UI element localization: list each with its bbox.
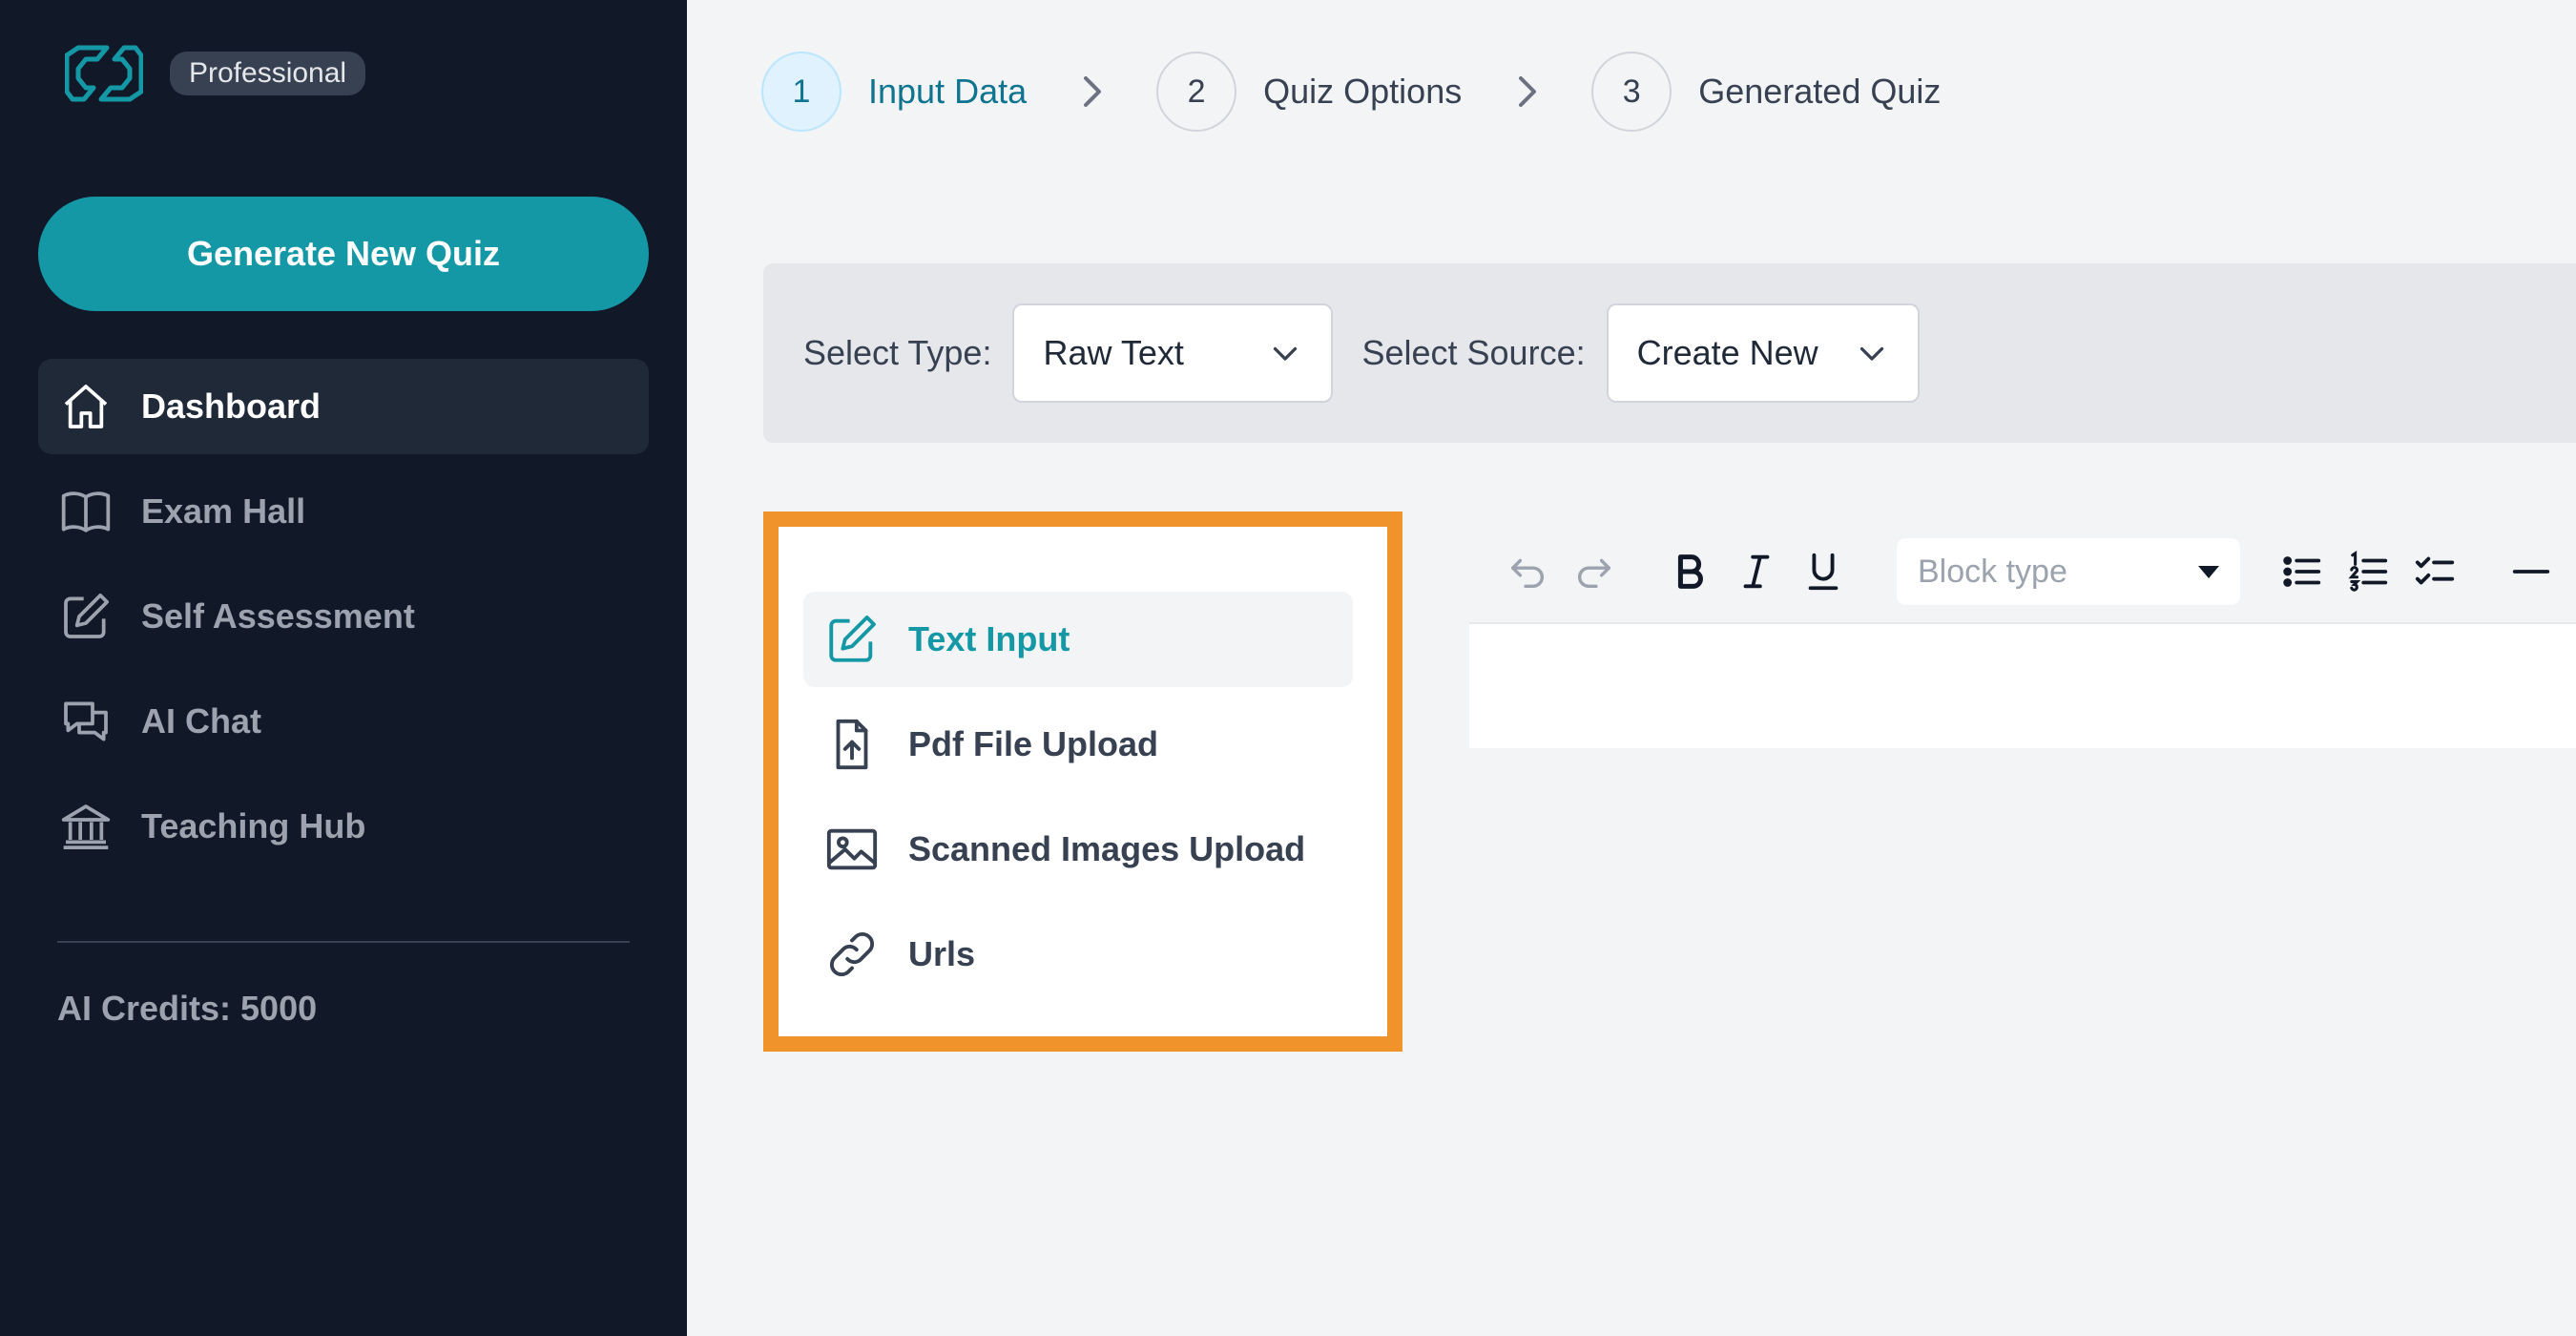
logo-icon[interactable] bbox=[64, 40, 144, 107]
generate-new-quiz-button[interactable]: Generate New Quiz bbox=[38, 197, 649, 311]
book-icon bbox=[59, 485, 113, 538]
step-input-data[interactable]: 1 Input Data bbox=[761, 52, 1027, 132]
caret-down-icon bbox=[2198, 565, 2219, 578]
select-type-value: Raw Text bbox=[1043, 333, 1184, 372]
chevron-down-icon bbox=[1274, 346, 1298, 361]
editor-toolbar: Block type bbox=[1469, 521, 2576, 624]
select-source-value: Create New bbox=[1636, 333, 1818, 372]
quiz-stepper: 1 Input Data 2 Quiz Options 3 Generated … bbox=[761, 52, 1941, 132]
chat-icon bbox=[59, 695, 113, 748]
block-type-select[interactable]: Block type bbox=[1897, 538, 2240, 605]
source-select-bar: Select Type: Raw Text Select Source: Cre… bbox=[763, 263, 2576, 443]
plan-badge: Professional bbox=[170, 52, 366, 95]
undo-icon[interactable] bbox=[1506, 550, 1549, 594]
select-type-dropdown[interactable]: Raw Text bbox=[1012, 303, 1334, 403]
input-type-label: Text Input bbox=[908, 619, 1070, 658]
chevron-right-icon bbox=[1519, 76, 1537, 107]
sidebar-nav: Dashboard Exam Hall Self Assessment AI C… bbox=[38, 359, 649, 884]
sidebar-item-label: Dashboard bbox=[141, 386, 322, 426]
brand: Professional bbox=[64, 40, 366, 107]
redo-icon[interactable] bbox=[1572, 550, 1616, 594]
input-type-menu: Text Input Pdf File Upload Scanned Image… bbox=[763, 511, 1402, 1052]
edit-icon bbox=[59, 590, 113, 643]
pencil-square-icon bbox=[824, 612, 880, 667]
sidebar-divider bbox=[57, 941, 630, 943]
horizontal-rule-icon[interactable] bbox=[2509, 550, 2553, 594]
italic-icon[interactable] bbox=[1735, 550, 1778, 594]
input-type-text[interactable]: Text Input bbox=[803, 592, 1353, 687]
input-type-label: Pdf File Upload bbox=[908, 724, 1159, 763]
ai-credits: AI Credits: 5000 bbox=[57, 989, 318, 1028]
sidebar-item-exam-hall[interactable]: Exam Hall bbox=[38, 464, 649, 559]
sidebar-item-label: AI Chat bbox=[141, 701, 261, 741]
rich-text-editor: Block type bbox=[1469, 521, 2576, 748]
image-icon bbox=[824, 822, 880, 877]
step-number: 2 bbox=[1156, 52, 1237, 132]
select-source-label: Select Source: bbox=[1361, 333, 1586, 372]
sidebar-item-teaching-hub[interactable]: Teaching Hub bbox=[38, 779, 649, 874]
checklist-icon[interactable] bbox=[2414, 550, 2458, 594]
sidebar-item-label: Teaching Hub bbox=[141, 806, 366, 845]
bullet-list-icon[interactable] bbox=[2280, 550, 2324, 594]
sidebar: Professional Generate New Quiz Dashboard… bbox=[0, 0, 687, 1336]
input-type-scanned-images[interactable]: Scanned Images Upload bbox=[803, 802, 1353, 897]
file-upload-icon bbox=[824, 717, 880, 772]
step-label: Generated Quiz bbox=[1698, 72, 1942, 111]
underline-icon[interactable] bbox=[1801, 550, 1845, 594]
step-label: Quiz Options bbox=[1263, 72, 1463, 111]
input-type-label: Urls bbox=[908, 934, 976, 973]
chevron-down-icon bbox=[1859, 346, 1883, 361]
sidebar-item-self-assessment[interactable]: Self Assessment bbox=[38, 569, 649, 664]
numbered-list-icon[interactable] bbox=[2347, 550, 2391, 594]
bank-icon bbox=[59, 800, 113, 853]
link-icon bbox=[824, 927, 880, 982]
step-generated-quiz[interactable]: 3 Generated Quiz bbox=[1591, 52, 1941, 132]
step-label: Input Data bbox=[868, 72, 1028, 111]
input-type-urls[interactable]: Urls bbox=[803, 907, 1353, 1002]
select-type-label: Select Type: bbox=[803, 333, 992, 372]
step-number: 1 bbox=[761, 52, 841, 132]
step-quiz-options[interactable]: 2 Quiz Options bbox=[1156, 52, 1462, 132]
select-source-dropdown[interactable]: Create New bbox=[1606, 303, 1920, 403]
sidebar-item-dashboard[interactable]: Dashboard bbox=[38, 359, 649, 454]
input-type-pdf-upload[interactable]: Pdf File Upload bbox=[803, 697, 1353, 792]
sidebar-item-ai-chat[interactable]: AI Chat bbox=[38, 674, 649, 769]
sidebar-item-label: Self Assessment bbox=[141, 596, 415, 636]
bold-icon[interactable] bbox=[1668, 550, 1712, 594]
editor-content-area[interactable] bbox=[1469, 624, 2576, 748]
step-number: 3 bbox=[1591, 52, 1672, 132]
block-type-placeholder: Block type bbox=[1918, 553, 2067, 590]
sidebar-item-label: Exam Hall bbox=[141, 491, 306, 531]
input-type-label: Scanned Images Upload bbox=[908, 829, 1306, 868]
chevron-right-icon bbox=[1084, 76, 1102, 107]
home-icon bbox=[59, 380, 113, 433]
